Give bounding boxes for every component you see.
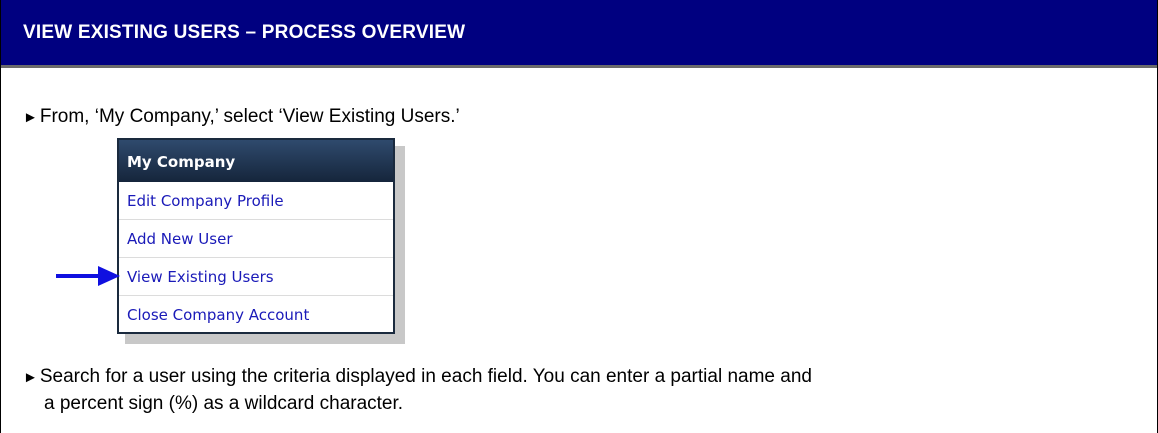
step-1: ► From, ‘My Company,’ select ‘View Existi…: [23, 104, 460, 131]
title-banner: VIEW EXISTING USERS – PROCESS OVERVIEW: [1, 0, 1157, 68]
bullet-marker-icon: ►: [23, 369, 38, 386]
step-2: ► Search for a user using the criteria di…: [23, 364, 1133, 417]
process-overview-slide: VIEW EXISTING USERS – PROCESS OVERVIEW ►…: [0, 0, 1158, 433]
right-arrow-icon: [56, 266, 120, 286]
step-2-text-line-1: Search for a user using the criteria dis…: [39, 366, 812, 387]
menu-item-close-company-account[interactable]: Close Company Account: [119, 296, 393, 334]
menu-item-add-new-user[interactable]: Add New User: [119, 220, 393, 258]
my-company-menu: My Company Edit Company Profile Add New …: [117, 138, 395, 334]
menu-title: My Company: [119, 140, 393, 182]
step-2-text-line-2: a percent sign (%) as a wildcard charact…: [44, 393, 404, 414]
step-1-text: From, ‘My Company,’ select ‘View Existin…: [39, 106, 460, 127]
bullet-marker-icon: ►: [23, 109, 38, 126]
page-title: VIEW EXISTING USERS – PROCESS OVERVIEW: [23, 22, 466, 43]
menu-item-view-existing-users[interactable]: View Existing Users: [119, 258, 393, 296]
menu-item-edit-company-profile[interactable]: Edit Company Profile: [119, 182, 393, 220]
